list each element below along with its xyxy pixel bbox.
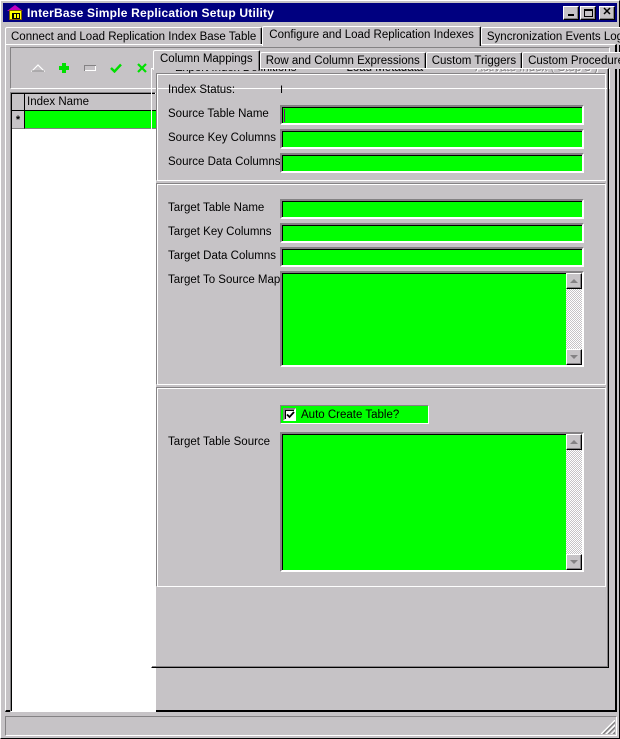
index-name-cell[interactable]	[25, 111, 156, 129]
target-table-source-memo[interactable]	[280, 432, 584, 572]
tab-configure-indexes[interactable]: Configure and Load Replication Indexes	[262, 26, 481, 46]
arrow-down-icon	[570, 560, 578, 564]
column-mappings-panel: Index Status: I Source Table Name Source…	[151, 68, 609, 668]
source-group: Index Status: I Source Table Name Source…	[156, 73, 606, 181]
minimize-button[interactable]	[563, 5, 579, 20]
checkbox-box[interactable]	[283, 408, 296, 421]
move-up-button[interactable]	[25, 55, 51, 81]
arrow-down-icon	[570, 355, 578, 359]
source-key-columns-field[interactable]	[280, 129, 584, 149]
target-table-name-label: Target Table Name	[168, 202, 265, 214]
source-data-columns-field[interactable]	[280, 153, 584, 173]
target-to-source-map-label: Target To Source Map	[168, 274, 281, 286]
delete-button[interactable]	[77, 55, 103, 81]
title-bar[interactable]: InterBase Simple Replication Setup Utili…	[3, 3, 617, 22]
tab-custom-triggers[interactable]: Custom Triggers	[425, 52, 523, 69]
index-status-value: I	[280, 84, 284, 96]
target-data-columns-field[interactable]	[280, 247, 584, 267]
source-data-columns-label: Source Data Columns	[168, 156, 281, 168]
tab-connect-load[interactable]: Connect and Load Replication Index Base …	[5, 27, 263, 45]
text-caret	[284, 109, 285, 122]
column-header-index-name[interactable]: Index Name	[25, 94, 156, 111]
source-key-columns-label: Source Key Columns	[168, 132, 277, 144]
status-bar	[5, 716, 617, 736]
arrow-up-icon	[570, 279, 578, 283]
app-icon	[7, 4, 23, 21]
cancel-icon	[137, 63, 147, 73]
arrow-up-icon	[570, 440, 578, 444]
tab-sync-events-log[interactable]: Syncronization Events Log	[480, 27, 620, 45]
table-row[interactable]: *	[12, 111, 156, 129]
target-key-columns-label: Target Key Columns	[168, 226, 272, 238]
delete-icon	[84, 65, 96, 71]
maximize-icon	[584, 8, 593, 17]
tab-custom-procedures[interactable]: Custom Procedures	[522, 52, 620, 69]
source-table-name-field[interactable]	[280, 105, 584, 125]
main-window: InterBase Simple Replication Setup Utili…	[0, 0, 620, 739]
confirm-button[interactable]	[103, 55, 129, 81]
tab-row-column-expressions[interactable]: Row and Column Expressions	[259, 52, 426, 69]
vertical-scrollbar[interactable]	[566, 273, 582, 365]
index-grid[interactable]: Index Name *	[10, 92, 156, 712]
confirm-icon	[110, 63, 122, 73]
move-up-icon	[31, 64, 45, 72]
close-button[interactable]: ✕	[599, 5, 615, 20]
maximize-button[interactable]	[580, 5, 596, 20]
scroll-down-button[interactable]	[566, 554, 582, 570]
sub-tab-bar: Column Mappings Row and Column Expressio…	[153, 49, 620, 70]
target-key-columns-field[interactable]	[280, 223, 584, 243]
target-group: Target Table Name Target Key Columns Tar…	[156, 183, 606, 385]
window-title: InterBase Simple Replication Setup Utili…	[27, 5, 275, 20]
tab-column-mappings[interactable]: Column Mappings	[153, 50, 260, 70]
main-tab-bar: Connect and Load Replication Index Base …	[5, 25, 620, 46]
minimize-icon	[568, 13, 574, 16]
resize-grip-icon[interactable]	[601, 720, 615, 734]
scroll-up-button[interactable]	[566, 273, 582, 289]
target-data-columns-label: Target Data Columns	[168, 250, 277, 262]
target-table-source-label: Target Table Source	[168, 436, 271, 448]
index-status-label: Index Status:	[168, 84, 236, 96]
auto-create-table-label: Auto Create Table?	[301, 408, 400, 421]
close-icon: ✕	[602, 6, 612, 18]
add-button[interactable]	[51, 55, 77, 81]
scroll-down-button[interactable]	[566, 349, 582, 365]
auto-create-table-checkbox[interactable]: Auto Create Table?	[280, 405, 429, 424]
checkmark-icon	[286, 411, 295, 419]
source-table-name-label: Source Table Name	[168, 108, 269, 120]
vertical-scrollbar[interactable]	[566, 434, 582, 570]
scroll-up-button[interactable]	[566, 434, 582, 450]
create-table-group: Auto Create Table? Target Table Source	[156, 387, 606, 587]
target-to-source-map-memo[interactable]	[280, 271, 584, 367]
target-table-name-field[interactable]	[280, 199, 584, 219]
grid-header: Index Name	[12, 94, 156, 111]
indicator-column-header	[12, 94, 25, 111]
row-indicator: *	[12, 111, 25, 129]
add-icon	[59, 63, 69, 73]
